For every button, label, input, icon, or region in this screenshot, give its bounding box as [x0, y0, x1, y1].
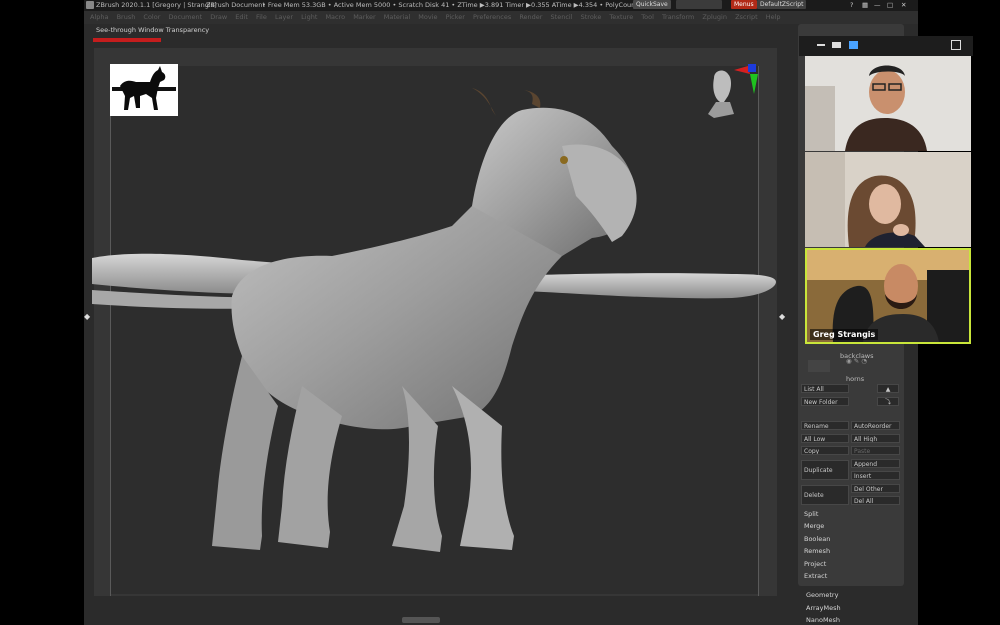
duplicate-button[interactable]: Duplicate — [801, 460, 849, 480]
participant-2-frame — [805, 152, 971, 247]
extract-button[interactable]: Extract — [804, 572, 827, 580]
subtool-folder-name[interactable]: horns — [846, 375, 864, 383]
video-call-header — [799, 36, 973, 56]
new-folder-button[interactable]: New Folder — [801, 397, 849, 406]
video-call-overlay: Greg Strangis — [799, 36, 973, 346]
menu-item[interactable]: Macro — [325, 11, 345, 24]
remesh-button[interactable]: Remesh — [804, 547, 830, 555]
default-zscript-button[interactable]: DefaultZScript — [757, 0, 807, 9]
subtool-visibility-icon[interactable]: ◉ ✎ ◔ — [846, 357, 867, 365]
zbrush-logo-icon — [86, 1, 94, 9]
minimize-icon[interactable]: — — [874, 0, 881, 11]
autoreorder-button[interactable]: AutoReorder — [851, 421, 900, 430]
dragon-sculpt-model[interactable] — [92, 86, 782, 566]
menu-item[interactable]: Render — [519, 11, 542, 24]
rename-button[interactable]: Rename — [801, 421, 849, 430]
menu-item[interactable]: Document — [168, 11, 202, 24]
menu-item[interactable]: Material — [384, 11, 410, 24]
arraymesh-subpalette[interactable]: ArrayMesh — [806, 604, 841, 612]
merge-button[interactable]: Merge — [804, 522, 824, 530]
expand-icon[interactable] — [951, 40, 961, 50]
minimize-icon[interactable] — [817, 44, 825, 46]
left-tray-toggle-icon[interactable]: ◆ — [84, 312, 90, 321]
participant-name-label: Greg Strangis — [810, 329, 879, 340]
append-button[interactable]: Append — [851, 459, 900, 468]
split-button[interactable]: Split — [804, 510, 818, 518]
del-all-button[interactable]: Del All — [851, 496, 900, 505]
menu-item[interactable]: Brush — [117, 11, 136, 24]
menu-item[interactable]: Stencil — [551, 11, 573, 24]
folder-arrow-icon[interactable]: ⤵ — [877, 397, 899, 406]
insert-button[interactable]: Insert — [851, 471, 900, 480]
nanomesh-subpalette[interactable]: NanoMesh — [806, 616, 840, 624]
status-stats: • Free Mem 53.3GB • Active Mem 5000 • Sc… — [262, 1, 652, 9]
menu-item[interactable]: Zplugin — [702, 11, 727, 24]
menu-item[interactable]: File — [256, 11, 267, 24]
title-bar: ZBrush 2020.1.1 [Gregory | Strangis] ZBr… — [84, 0, 918, 11]
bottom-tray-toggle[interactable] — [402, 617, 440, 623]
menu-item[interactable]: Help — [766, 11, 781, 24]
participant-1-frame — [805, 56, 971, 151]
subtool-thumbnail[interactable] — [808, 360, 830, 372]
main-menubar: Alpha Brush Color Document Draw Edit Fil… — [84, 11, 918, 24]
quicksave-button[interactable]: QuickSave — [633, 0, 671, 9]
paste-button[interactable]: Paste — [851, 446, 900, 455]
close-icon[interactable]: ✕ — [901, 0, 906, 11]
maximize-icon[interactable]: □ — [887, 0, 893, 11]
menu-item[interactable]: Marker — [353, 11, 375, 24]
project-button[interactable]: Project — [804, 560, 826, 568]
menu-item[interactable]: Draw — [210, 11, 227, 24]
speaker-view-icon[interactable] — [849, 41, 858, 49]
del-other-button[interactable]: Del Other — [851, 484, 900, 493]
menu-item[interactable]: Alpha — [90, 11, 108, 24]
transparency-slider[interactable] — [93, 38, 161, 42]
menu-item[interactable]: Zscript — [735, 11, 758, 24]
menu-item[interactable]: Preferences — [473, 11, 511, 24]
menu-item[interactable]: Transform — [662, 11, 694, 24]
help-icon[interactable]: ? — [850, 0, 853, 11]
arrow-up-icon[interactable]: ▲ — [877, 384, 899, 393]
menu-item[interactable]: Light — [301, 11, 317, 24]
view-icon[interactable] — [832, 42, 841, 48]
window-title: ZBrush 2020.1.1 [Gregory | Strangis] — [96, 1, 217, 9]
grid-icon[interactable]: ▦ — [862, 0, 868, 11]
menu-item[interactable]: Stroke — [581, 11, 602, 24]
participant-video-3[interactable]: Greg Strangis — [805, 248, 971, 344]
menu-item[interactable]: Picker — [446, 11, 465, 24]
copy-button[interactable]: Copy — [801, 446, 849, 455]
delete-button[interactable]: Delete — [801, 485, 849, 505]
progress-slider[interactable] — [676, 0, 722, 9]
list-all-button[interactable]: List All — [801, 384, 849, 393]
all-high-button[interactable]: All High — [851, 434, 900, 443]
menu-item[interactable]: Movie — [418, 11, 437, 24]
boolean-button[interactable]: Boolean — [804, 535, 830, 543]
menu-item[interactable]: Layer — [275, 11, 293, 24]
transparency-label[interactable]: See-through Window Transparency — [96, 26, 209, 34]
menu-item[interactable]: Tool — [641, 11, 654, 24]
menu-item[interactable]: Texture — [609, 11, 633, 24]
participant-video-1[interactable] — [805, 56, 971, 151]
menu-item[interactable]: Color — [143, 11, 160, 24]
all-low-button[interactable]: All Low — [801, 434, 849, 443]
geometry-subpalette[interactable]: Geometry — [806, 591, 838, 599]
menus-button[interactable]: Menus — [731, 0, 757, 9]
menu-item[interactable]: Edit — [235, 11, 248, 24]
participant-video-2[interactable] — [805, 152, 971, 247]
document-name: ZBrush Document — [206, 1, 265, 9]
